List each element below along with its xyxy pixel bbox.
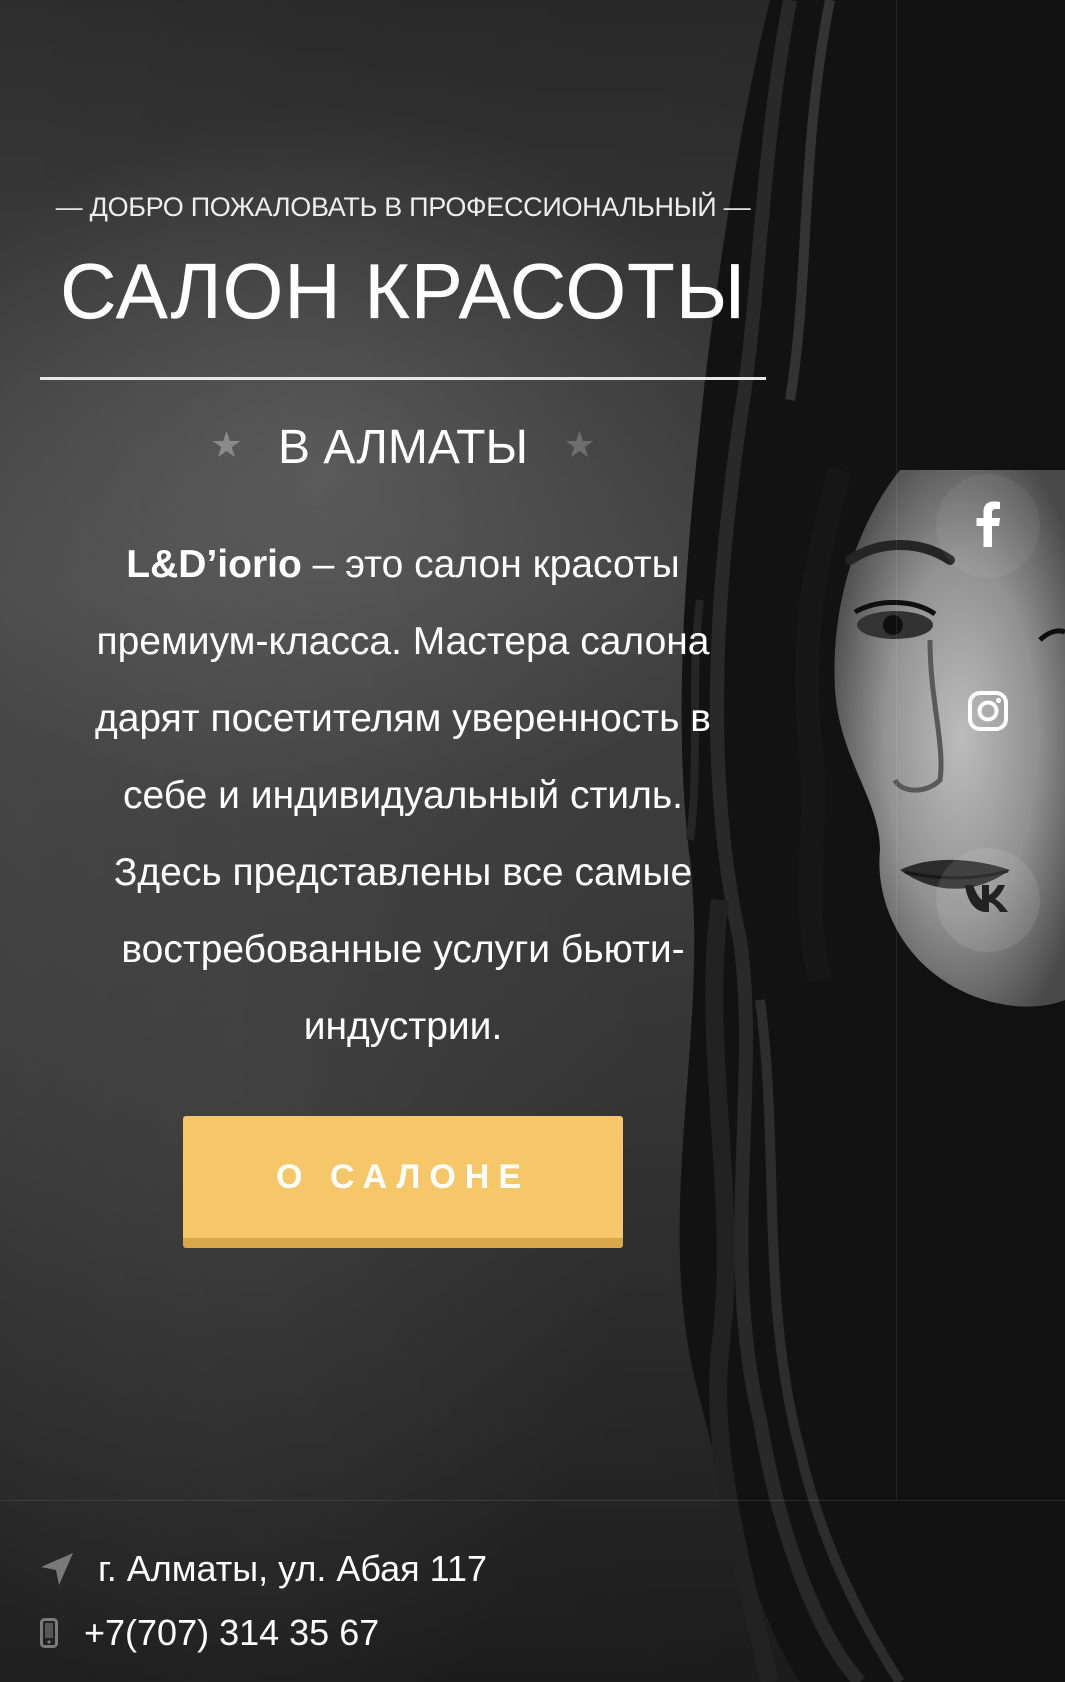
- address-text: г. Алматы, ул. Абая 117: [98, 1548, 488, 1589]
- description-line: индустрии.: [303, 1005, 503, 1048]
- facebook-icon: [975, 501, 1001, 551]
- welcome-subtitle: — ДОБРО ПОЖАЛОВАТЬ В ПРОФЕССИОНАЛЬНЫЙ —: [40, 192, 766, 223]
- instagram-link[interactable]: [936, 661, 1040, 765]
- star-icon: ★: [563, 424, 596, 465]
- description-line: дарят посетителям уверенность в: [94, 697, 712, 740]
- address-row: г. Алматы, ул. Абая 117: [40, 1548, 487, 1590]
- star-icon: ★: [210, 424, 243, 465]
- vk-link[interactable]: [936, 848, 1040, 952]
- welcome-dash-left: —: [55, 192, 83, 222]
- page-title: САЛОН КРАСОТЫ: [60, 247, 746, 335]
- salon-description: L&D’iorio – это салон красоты премиум-кл…: [40, 526, 766, 1065]
- location-arrow-icon: [40, 1552, 96, 1586]
- vk-icon: [963, 883, 1013, 917]
- welcome-text: ДОБРО ПОЖАЛОВАТЬ В ПРОФЕССИОНАЛЬНЫЙ: [89, 192, 717, 222]
- description-line: Здесь представлены все самые: [113, 851, 693, 894]
- title-divider: [40, 377, 766, 380]
- description-line: – это салон красоты: [301, 543, 680, 586]
- about-salon-button[interactable]: О САЛОНЕ: [183, 1116, 623, 1248]
- city-heading: ★ В АЛМАТЫ ★: [40, 420, 766, 475]
- description-line: востребованные услуги бьюти-: [121, 928, 685, 971]
- description-line: себе и индивидуальный стиль.: [123, 774, 683, 817]
- instagram-icon: [967, 690, 1009, 736]
- facebook-link[interactable]: [936, 474, 1040, 578]
- footer-divider: [0, 1500, 1065, 1501]
- vertical-divider: [896, 0, 897, 1500]
- brand-name: L&D’iorio: [126, 543, 302, 586]
- welcome-dash-right: —: [723, 192, 751, 222]
- city-text: В АЛМАТЫ: [278, 421, 528, 474]
- phone-link[interactable]: +7(707) 314 35 67: [84, 1612, 379, 1654]
- description-line: премиум-класса. Мастера салона: [96, 620, 710, 663]
- phone-row: +7(707) 314 35 67: [40, 1612, 379, 1654]
